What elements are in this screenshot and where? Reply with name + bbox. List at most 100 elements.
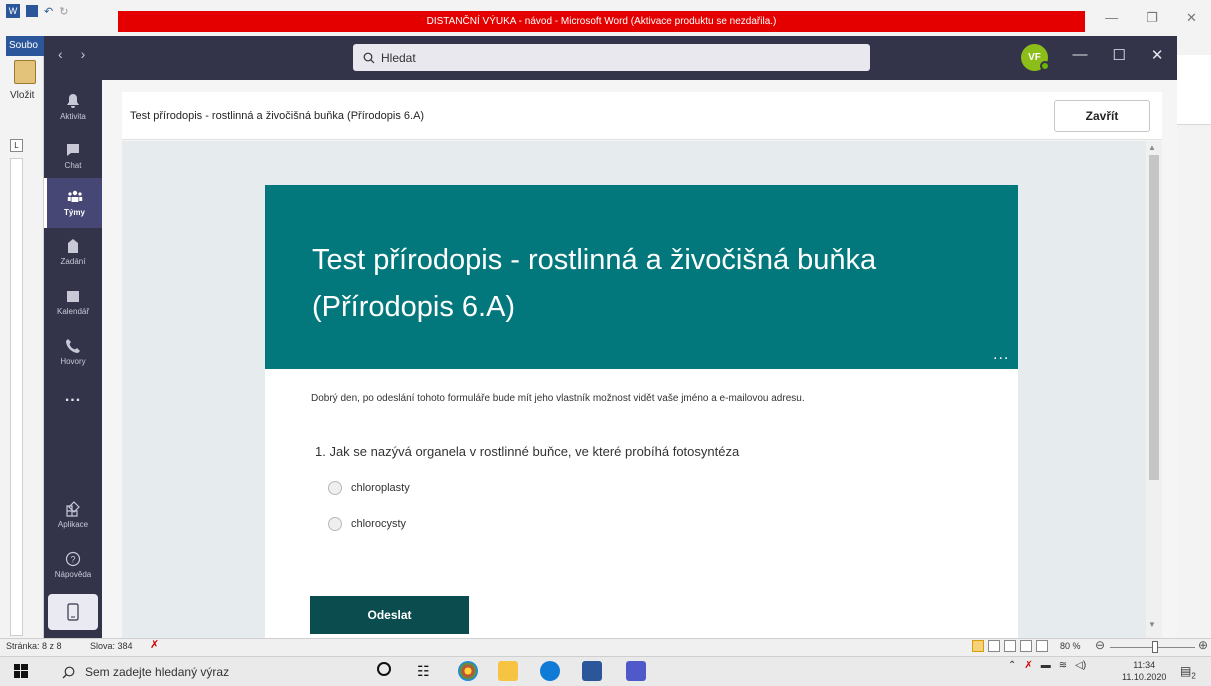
search-icon xyxy=(363,52,375,63)
calendar-icon xyxy=(67,291,79,302)
web-layout-icon[interactable] xyxy=(1004,640,1016,652)
teams-close-icon[interactable]: ✕ xyxy=(1151,46,1164,64)
close-icon[interactable]: ✕ xyxy=(1186,10,1197,32)
wifi-icon[interactable]: ≋ xyxy=(1059,660,1067,671)
cortana-icon[interactable] xyxy=(377,662,391,676)
zoom-in-icon[interactable]: ⊕ xyxy=(1198,638,1208,652)
full-screen-icon[interactable] xyxy=(988,640,1000,652)
file-explorer-icon[interactable] xyxy=(498,661,518,681)
rail-label-apps: Aplikace xyxy=(57,520,89,529)
windows-start-icon[interactable] xyxy=(14,664,28,678)
option-label: chloroplasty xyxy=(351,482,410,494)
rail-item-calls[interactable]: Hovory xyxy=(44,327,102,377)
rail-item-assignments[interactable]: Zadání xyxy=(44,227,102,277)
save-icon[interactable] xyxy=(26,5,38,17)
privacy-note: Dobrý den, po odeslání tohoto formuláře … xyxy=(311,393,805,404)
rail-item-help[interactable]: ? Nápověda xyxy=(44,540,102,590)
taskbar-search-placeholder: Sem zadejte hledaný výraz xyxy=(85,665,230,679)
teams-minimize-icon[interactable]: — xyxy=(1072,46,1087,64)
question-text: 1. Jak se nazývá organela v rostlinné bu… xyxy=(315,444,740,459)
teams-taskbar-icon[interactable] xyxy=(626,661,646,681)
rail-label-assignments: Zadání xyxy=(60,257,86,266)
word-taskbar-icon[interactable] xyxy=(582,661,602,681)
close-button[interactable]: Zavřít xyxy=(1054,100,1150,132)
word-ribbon-edge xyxy=(1177,55,1211,125)
radio-button[interactable] xyxy=(328,481,342,495)
forward-icon[interactable]: › xyxy=(81,46,86,62)
radio-button[interactable] xyxy=(328,517,342,531)
word-right-panel xyxy=(1177,36,1211,638)
clock-date: 11.10.2020 xyxy=(1122,672,1167,682)
volume-icon[interactable]: ◁) xyxy=(1075,660,1086,671)
form-title: Test přírodopis - rostlinná a živočišná … xyxy=(312,244,877,323)
edge-icon[interactable] xyxy=(540,661,560,681)
zoom-slider-thumb[interactable] xyxy=(1152,641,1158,653)
rail-label-teams: Týmy xyxy=(64,208,85,217)
search-placeholder: Hledat xyxy=(381,50,416,65)
chrome-icon[interactable] xyxy=(458,661,478,681)
tray-app-icon[interactable]: ✗ xyxy=(1024,660,1032,671)
zoom-level[interactable]: 80 % xyxy=(1060,641,1081,651)
word-window-controls: — ❐ ✕ xyxy=(1091,10,1211,32)
submit-button[interactable]: Odeslat xyxy=(310,596,469,634)
paste-icon[interactable] xyxy=(14,60,36,84)
teams-window-controls: — ☐ ✕ xyxy=(1060,46,1176,64)
rail-label-calendar: Kalendář xyxy=(56,307,90,316)
rail-item-chat[interactable]: Chat xyxy=(44,131,102,181)
teams-maximize-icon[interactable]: ☐ xyxy=(1112,46,1125,64)
system-tray: ⌃ ✗ ▬ ≋ ◁) xyxy=(1008,660,1086,671)
restore-icon[interactable]: ❐ xyxy=(1146,10,1158,32)
undo-icon[interactable]: ↶ xyxy=(44,5,53,18)
rail-item-activity[interactable]: Aktivita xyxy=(44,82,102,132)
search-input[interactable]: Hledat xyxy=(353,44,870,71)
clock-time: 11:34 xyxy=(1133,660,1156,670)
rail-item-calendar[interactable]: Kalendář xyxy=(44,277,102,327)
tray-chevron-icon[interactable]: ⌃ xyxy=(1008,660,1016,671)
redo-icon[interactable]: ↻ xyxy=(59,5,68,18)
rail-more-button[interactable]: ... xyxy=(44,388,102,406)
form-more-button[interactable]: ... xyxy=(993,346,1009,364)
file-tab[interactable]: Soubo xyxy=(6,36,44,56)
phone-icon xyxy=(66,339,80,353)
assignments-icon xyxy=(68,239,78,253)
notification-center-icon[interactable]: ▤2 xyxy=(1180,664,1196,680)
task-view-icon[interactable]: ☷ xyxy=(417,663,430,680)
status-page-count[interactable]: Stránka: 8 z 8 xyxy=(6,641,62,651)
view-buttons xyxy=(972,640,1056,654)
zoom-out-icon[interactable]: ⊖ xyxy=(1095,638,1105,652)
quick-access-toolbar: W ↶ ↻ xyxy=(0,0,120,22)
draft-icon[interactable] xyxy=(1036,640,1048,652)
tab-selector[interactable]: L xyxy=(10,139,23,152)
rail-item-apps[interactable]: Aplikace xyxy=(44,490,102,540)
print-layout-icon[interactable] xyxy=(972,640,984,652)
rail-label-calls: Hovory xyxy=(60,357,86,366)
scroll-down-icon[interactable]: ▼ xyxy=(1148,620,1156,629)
option-chloroplasty[interactable]: chloroplasty xyxy=(328,481,410,495)
rail-label-activity: Aktivita xyxy=(60,112,86,121)
notification-count: 2 xyxy=(1191,671,1196,681)
status-word-count[interactable]: Slova: 384 xyxy=(90,641,133,651)
scrollbar-thumb[interactable] xyxy=(1149,155,1159,480)
taskbar-search[interactable]: Sem zadejte hledaný výraz xyxy=(50,658,356,686)
outline-icon[interactable] xyxy=(1020,640,1032,652)
rail-label-chat: Chat xyxy=(64,161,82,170)
proofing-error-icon[interactable]: ✗ xyxy=(150,638,159,651)
form-header-title: Test přírodopis - rostlinná a živočišná … xyxy=(122,92,1162,140)
rail-item-teams[interactable]: Týmy xyxy=(44,178,102,228)
search-icon xyxy=(62,666,75,678)
scroll-up-icon[interactable]: ▲ xyxy=(1148,143,1156,152)
battery-icon[interactable]: ▬ xyxy=(1041,660,1051,671)
presence-indicator xyxy=(1040,61,1050,71)
chat-icon xyxy=(67,144,79,156)
phone-device-icon xyxy=(67,603,79,621)
minimize-icon[interactable]: — xyxy=(1105,10,1118,32)
rail-label-help: Nápověda xyxy=(54,570,92,579)
word-app-icon: W xyxy=(6,4,20,18)
svg-text:?: ? xyxy=(70,555,75,565)
paste-label[interactable]: Vložit xyxy=(10,90,34,101)
clock[interactable]: 11:34 11.10.2020 xyxy=(1122,659,1166,683)
option-chlorocysty[interactable]: chlorocysty xyxy=(328,517,406,531)
back-icon[interactable]: ‹ xyxy=(58,46,63,62)
mobile-app-button[interactable] xyxy=(48,594,98,630)
vertical-ruler xyxy=(10,158,23,636)
